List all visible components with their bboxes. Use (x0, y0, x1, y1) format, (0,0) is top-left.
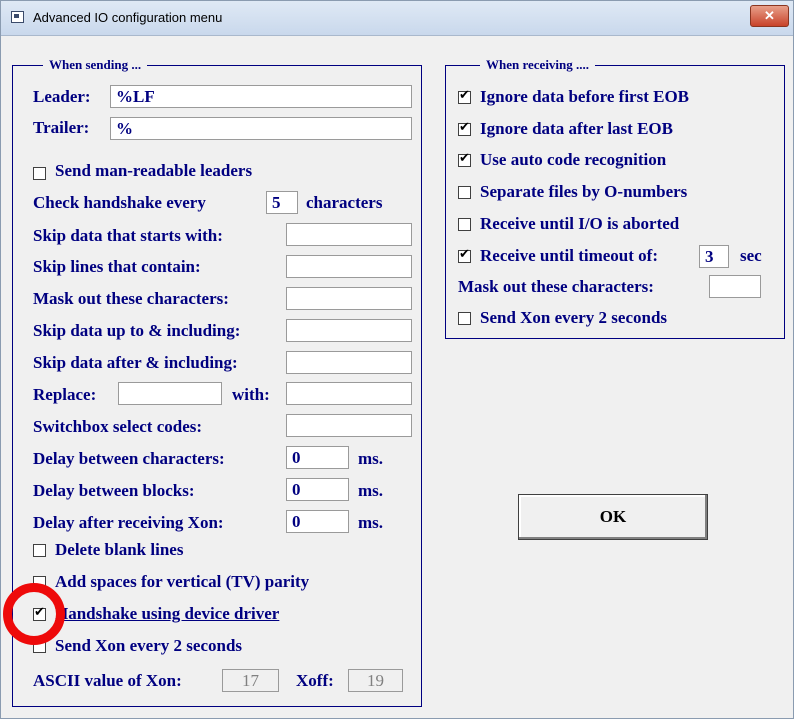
auto-code-checkbox[interactable] (458, 151, 471, 167)
skip-up-to-label: Skip data up to & including: (33, 321, 241, 340)
delay-blocks-input[interactable]: 0 (286, 478, 349, 501)
switchbox-label: Switchbox select codes: (33, 417, 203, 436)
send-xon-receive-checkbox[interactable] (458, 312, 471, 325)
leader-input[interactable]: %LF (110, 85, 412, 108)
skip-lines-input[interactable] (286, 255, 412, 278)
separate-files-checkbox[interactable] (458, 186, 471, 199)
until-aborted-checkbox[interactable] (458, 218, 471, 231)
skip-starts-label: Skip data that starts with: (33, 226, 223, 245)
ok-button[interactable]: OK (518, 494, 708, 540)
handshake-driver-label: Handshake using device driver (55, 604, 280, 623)
close-button[interactable]: ✕ (750, 5, 789, 27)
until-aborted-label: Receive until I/O is aborted (480, 214, 680, 233)
mask-receive-label: Mask out these characters: (458, 277, 654, 296)
window-title: Advanced IO configuration menu (33, 10, 223, 25)
delay-chars-input[interactable]: 0 (286, 446, 349, 469)
skip-starts-input[interactable] (286, 223, 412, 246)
sending-legend: When sending ... (43, 57, 148, 73)
delay-blocks-label: Delay between blocks: (33, 481, 195, 500)
switchbox-input[interactable] (286, 414, 412, 437)
check-handshake-label: Check handshake every (33, 193, 206, 212)
leader-label: Leader: (33, 87, 91, 106)
ignore-before-label: Ignore data before first EOB (480, 87, 690, 106)
skip-after-label: Skip data after & including: (33, 353, 238, 372)
send-man-readable-label: Send man-readable leaders (55, 161, 253, 180)
trailer-input[interactable]: % (110, 117, 412, 140)
skip-after-input[interactable] (286, 351, 412, 374)
check-handshake-input[interactable]: 5 (266, 191, 298, 214)
delay-blocks-unit: ms. (358, 481, 384, 500)
receiving-legend: When receiving .... (480, 57, 596, 73)
xon-input[interactable]: 17 (222, 669, 279, 692)
xoff-label: Xoff: (296, 671, 334, 690)
send-xon-send-label: Send Xon every 2 seconds (55, 636, 243, 655)
until-timeout-checkbox[interactable] (458, 247, 471, 263)
delay-xon-unit: ms. (358, 513, 384, 532)
skip-up-to-input[interactable] (286, 319, 412, 342)
mask-send-label: Mask out these characters: (33, 289, 229, 308)
delay-chars-label: Delay between characters: (33, 449, 225, 468)
auto-code-label: Use auto code recognition (480, 150, 667, 169)
ignore-before-checkbox[interactable] (458, 88, 471, 104)
delay-xon-input[interactable]: 0 (286, 510, 349, 533)
dialog-client: When sending ... Leader: %LF Trailer: % … (8, 40, 785, 710)
delete-blank-checkbox[interactable] (33, 544, 46, 557)
app-icon (11, 11, 24, 23)
xoff-input[interactable]: 19 (348, 669, 403, 692)
ignore-after-checkbox[interactable] (458, 120, 471, 136)
mask-receive-input[interactable] (709, 275, 761, 298)
timeout-input[interactable]: 3 (699, 245, 729, 268)
send-xon-receive-label: Send Xon every 2 seconds (480, 308, 668, 327)
with-input[interactable] (286, 382, 412, 405)
ignore-after-label: Ignore data after last EOB (480, 119, 673, 138)
separate-files-label: Separate files by O-numbers (480, 182, 688, 201)
annotation-circle (3, 583, 65, 645)
delay-xon-label: Delay after receiving Xon: (33, 513, 224, 532)
xon-label: ASCII value of Xon: (33, 671, 182, 690)
until-timeout-label: Receive until timeout of: (480, 246, 658, 265)
skip-lines-label: Skip lines that contain: (33, 257, 201, 276)
send-man-readable-checkbox[interactable] (33, 167, 46, 180)
mask-send-input[interactable] (286, 287, 412, 310)
delay-chars-unit: ms. (358, 449, 384, 468)
replace-label: Replace: (33, 385, 97, 404)
timeout-unit: sec (740, 246, 762, 265)
replace-input[interactable] (118, 382, 222, 405)
characters-label: characters (306, 193, 383, 212)
trailer-label: Trailer: (33, 118, 90, 137)
title-bar[interactable]: Advanced IO configuration menu ✕ (1, 1, 793, 36)
with-label: with: (232, 385, 270, 404)
add-spaces-label: Add spaces for vertical (TV) parity (55, 572, 310, 591)
delete-blank-label: Delete blank lines (55, 540, 184, 559)
